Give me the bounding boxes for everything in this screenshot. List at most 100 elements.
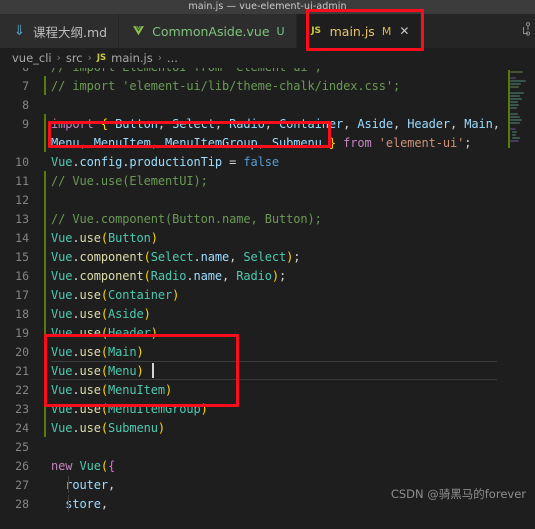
minimap-line [510, 98, 522, 100]
code-line[interactable]: 10 Vue.config.productionTip = false [0, 152, 505, 171]
code-line[interactable]: 21 Vue.use(Menu) [0, 361, 505, 380]
tab-commonaside-vue[interactable]: CommonAside.vue U [119, 14, 297, 48]
code-token: Vue [51, 154, 73, 169]
code-token: , [79, 135, 94, 150]
tab-bar-empty-space [421, 14, 517, 48]
code-token: Select [150, 249, 194, 264]
code-token: . [72, 325, 80, 340]
minimap-line [510, 80, 526, 82]
code-line[interactable]: 7 // import 'element-ui/lib/theme-chalk/i… [0, 76, 505, 95]
breadcrumb-item-src[interactable]: src [66, 51, 83, 65]
code-token: , [157, 116, 165, 131]
code-token: ) [136, 363, 144, 378]
minimap[interactable] [505, 68, 535, 529]
git-modified-indicator [44, 76, 46, 95]
code-line[interactable]: 20 Vue.use(Main) [0, 342, 505, 361]
code-token: name [193, 268, 223, 283]
code-editor[interactable]: 6 // import ElementUI from 'element-ui';… [0, 68, 535, 529]
code-line[interactable]: 16 Vue.component(Radio.name, Radio); [0, 266, 505, 285]
git-modified-indicator [44, 228, 46, 247]
line-text: store, [40, 497, 108, 511]
indent-guide [68, 476, 69, 493]
code-token: , [108, 477, 116, 492]
code-token: Container [271, 116, 344, 131]
javascript-icon: JS [96, 53, 107, 63]
code-line[interactable]: 19 Vue.use(Header) [0, 323, 505, 342]
code-token: ( [100, 344, 108, 359]
line-text: Vue.config.productionTip = false [40, 155, 279, 169]
code-token: use [79, 382, 101, 397]
code-token: // Vue.use(ElementUI); [51, 173, 208, 188]
code-line[interactable]: 22 Vue.use(MenuItem) [0, 380, 505, 399]
code-line[interactable]: 13 // Vue.component(Button.name, Button); [0, 209, 505, 228]
text-cursor [152, 363, 154, 378]
code-token: Main [108, 344, 137, 359]
code-line[interactable]: 12 [0, 190, 505, 209]
code-line[interactable]: 26 new Vue({ [0, 456, 505, 475]
tab-main-js[interactable]: JS main.js M ✕ [296, 14, 422, 48]
code-token: ( [100, 401, 108, 416]
minimap-line [510, 104, 519, 106]
code-line[interactable]: 9 import { Button, Select, Radio, Contain… [0, 114, 505, 133]
line-text: Vue.use(Container) [40, 288, 179, 302]
code-token: ) [165, 382, 173, 397]
code-token: use [79, 306, 101, 321]
minimap-line [512, 137, 520, 139]
line-number: 8 [22, 97, 29, 112]
code-token: Aside [350, 116, 393, 131]
code-token: Vue [51, 306, 73, 321]
git-modified-indicator [44, 342, 46, 361]
breadcrumb-item-vue-cli[interactable]: vue_cli [12, 51, 52, 65]
close-icon[interactable]: ✕ [399, 25, 409, 37]
code-token: ( [143, 249, 151, 264]
code-line[interactable]: Menu, MenuItem, MenuItemGroup, Submenu }… [0, 133, 505, 152]
code-token: , [257, 135, 272, 150]
code-token: . [193, 249, 201, 264]
code-token: . [72, 344, 80, 359]
code-token: MenuItemGroup [108, 401, 201, 416]
line-number: 16 [15, 268, 29, 283]
line-number: 27 [15, 477, 29, 492]
code-token: use [79, 287, 101, 302]
code-token: ( [100, 287, 108, 302]
code-line[interactable]: 17 Vue.use(Container) [0, 285, 505, 304]
code-token: use [79, 401, 101, 416]
code-token: , [150, 135, 165, 150]
code-token: Vue [51, 363, 73, 378]
code-token: MenuItem [93, 135, 151, 150]
code-line[interactable]: 23 Vue.use(MenuItemGroup) [0, 399, 505, 418]
code-line[interactable]: 15 Vue.component(Select.name, Select); [0, 247, 505, 266]
code-token: MenuItem [108, 382, 165, 397]
line-number: 7 [22, 78, 29, 93]
code-token: { [100, 116, 108, 131]
code-token: false [243, 154, 279, 169]
line-text: Vue.component(Radio.name, Radio); [40, 269, 286, 283]
code-line[interactable]: 11 // Vue.use(ElementUI); [0, 171, 505, 190]
code-token: Button [108, 116, 158, 131]
code-line[interactable]: 25 [0, 437, 505, 456]
code-token: { [108, 458, 116, 473]
code-lines-container[interactable]: 7 // import 'element-ui/lib/theme-chalk/i… [0, 68, 505, 529]
code-token: ( [100, 230, 108, 245]
code-token: ; [293, 249, 301, 264]
line-number: 18 [15, 306, 29, 321]
minimap-line [510, 86, 519, 88]
line-text: Vue.use(Aside) [40, 307, 151, 321]
code-line[interactable]: 18 Vue.use(Aside) [0, 304, 505, 323]
code-token: , [214, 116, 222, 131]
line-text: Vue.use(Submenu) [40, 421, 165, 435]
git-modified-indicator [44, 323, 46, 342]
code-token: ) [172, 287, 180, 302]
tab-kecheng-dagang-md[interactable]: ⇓ 课程大纲.md [0, 14, 120, 48]
code-line[interactable]: 24 Vue.use(Submenu) [0, 418, 505, 437]
line-text: new Vue({ [40, 459, 115, 473]
code-line[interactable]: 14 Vue.use(Button) [0, 228, 505, 247]
code-line[interactable]: 8 [0, 95, 505, 114]
split-editor-svg [523, 22, 531, 36]
git-modified-indicator [44, 285, 46, 304]
breadcrumb-item-symbols[interactable]: ... [167, 51, 178, 65]
split-editor-icon[interactable] [517, 21, 533, 41]
breadcrumb-item-main-js[interactable]: main.js [111, 51, 153, 65]
minimap-line [510, 101, 518, 103]
code-token: ) [157, 420, 165, 435]
